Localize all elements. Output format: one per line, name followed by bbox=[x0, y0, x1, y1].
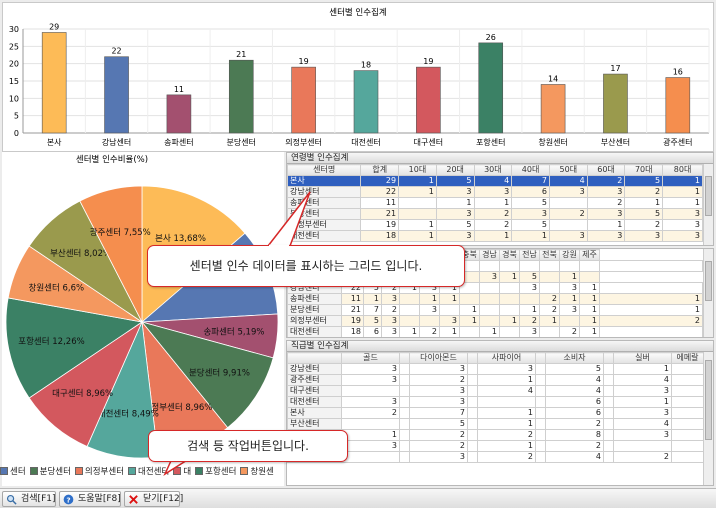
search-button-label: 검색[F1] bbox=[21, 494, 56, 504]
help-button-label: 도움말[F8] bbox=[78, 494, 121, 504]
svg-text:?: ? bbox=[66, 495, 70, 504]
action-toolbar: 검색[F1] ? 도움말[F8] 닫기[F12] bbox=[0, 488, 716, 508]
app-window: 센터별 인수집계 0 5 10 15 20 25 30 29 본사 22 강남센터 11 송파센터 21 분… bbox=[0, 0, 716, 508]
close-icon bbox=[129, 495, 138, 504]
close-button-label: 닫기[F12] bbox=[143, 494, 184, 504]
toolbar-callout: 검색 등 작업버튼입니다. bbox=[148, 430, 348, 462]
close-button[interactable]: 닫기[F12] bbox=[124, 491, 184, 507]
help-icon: ? bbox=[63, 494, 74, 505]
search-icon bbox=[6, 494, 17, 505]
search-button[interactable]: 검색[F1] bbox=[2, 491, 56, 507]
grid-callout: 센터별 인수 데이터를 표시하는 그리드 입니다. bbox=[147, 245, 465, 287]
help-button[interactable]: ? 도움말[F8] bbox=[59, 491, 121, 507]
